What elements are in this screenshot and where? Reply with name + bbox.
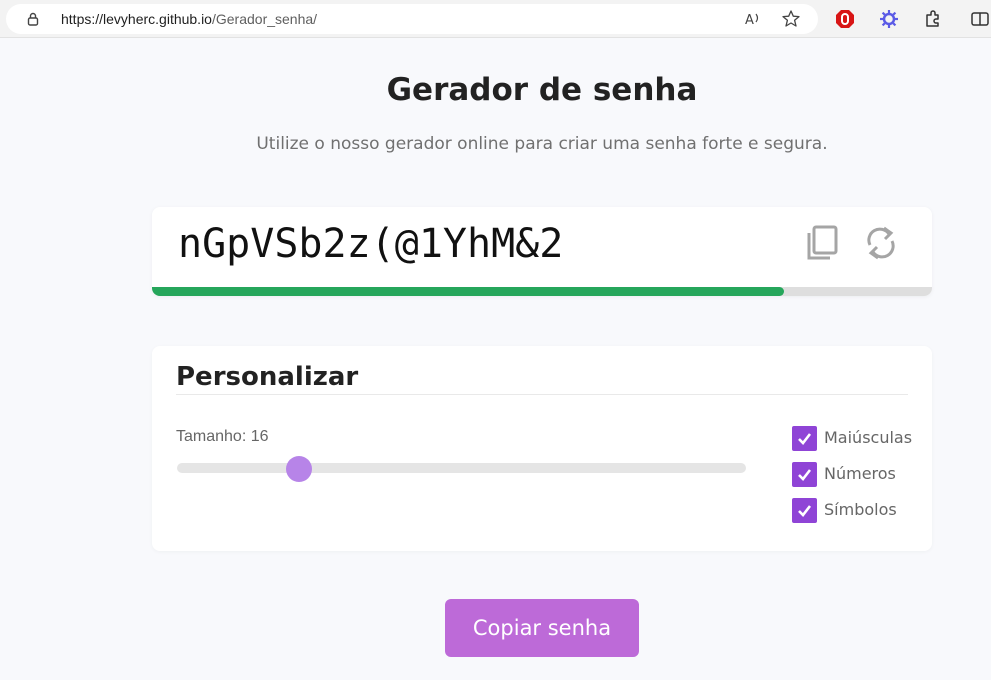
url-text: https://levyherc.github.io/Gerador_senha… (61, 11, 317, 27)
check-icon (798, 469, 812, 481)
uppercase-checkbox[interactable] (792, 426, 817, 451)
strength-bar-track (152, 287, 932, 296)
uppercase-label: Maiúsculas (824, 428, 913, 447)
customize-card: Personalizar Tamanho: 16 Maiúsculas Núme… (152, 346, 932, 551)
password-output[interactable]: nGpVSb2z(@1YhM&2 (176, 218, 796, 270)
extensions-puzzle-icon[interactable] (923, 9, 943, 29)
refresh-icon[interactable] (862, 223, 900, 263)
size-label: Tamanho: 16 (176, 428, 269, 445)
customize-title: Personalizar (176, 362, 359, 392)
page-title: Gerador de senha (386, 72, 698, 108)
symbols-checkbox[interactable] (792, 498, 817, 523)
url-path: /Gerador_senha/ (211, 11, 318, 27)
favorite-star-icon[interactable] (781, 9, 801, 29)
copy-icon[interactable] (804, 223, 842, 263)
slider-thumb[interactable] (286, 456, 313, 482)
divider (176, 394, 908, 395)
check-icon (798, 433, 812, 445)
size-slider[interactable] (177, 456, 746, 482)
adblock-extension-icon[interactable] (835, 9, 855, 29)
url-host: https://levyherc.github.io (61, 11, 212, 27)
check-icon (798, 505, 812, 517)
password-card: nGpVSb2z(@1YhM&2 (152, 207, 932, 296)
numbers-checkbox[interactable] (792, 462, 817, 487)
read-aloud-icon[interactable]: A (743, 9, 763, 29)
browser-toolbar: https://levyherc.github.io/Gerador_senha… (0, 0, 991, 38)
page-subtitle: Utilize o nosso gerador online para cria… (256, 134, 828, 154)
symbols-label: Símbolos (824, 500, 897, 519)
gear-extension-icon[interactable] (879, 9, 899, 29)
copy-password-button[interactable]: Copiar senha (445, 599, 639, 657)
lock-icon (27, 12, 39, 26)
strength-bar-fill (152, 287, 784, 296)
numbers-label: Números (824, 464, 896, 483)
svg-text:A: A (745, 13, 754, 28)
split-screen-icon[interactable] (970, 9, 990, 29)
address-bar[interactable]: https://levyherc.github.io/Gerador_senha… (6, 4, 818, 34)
